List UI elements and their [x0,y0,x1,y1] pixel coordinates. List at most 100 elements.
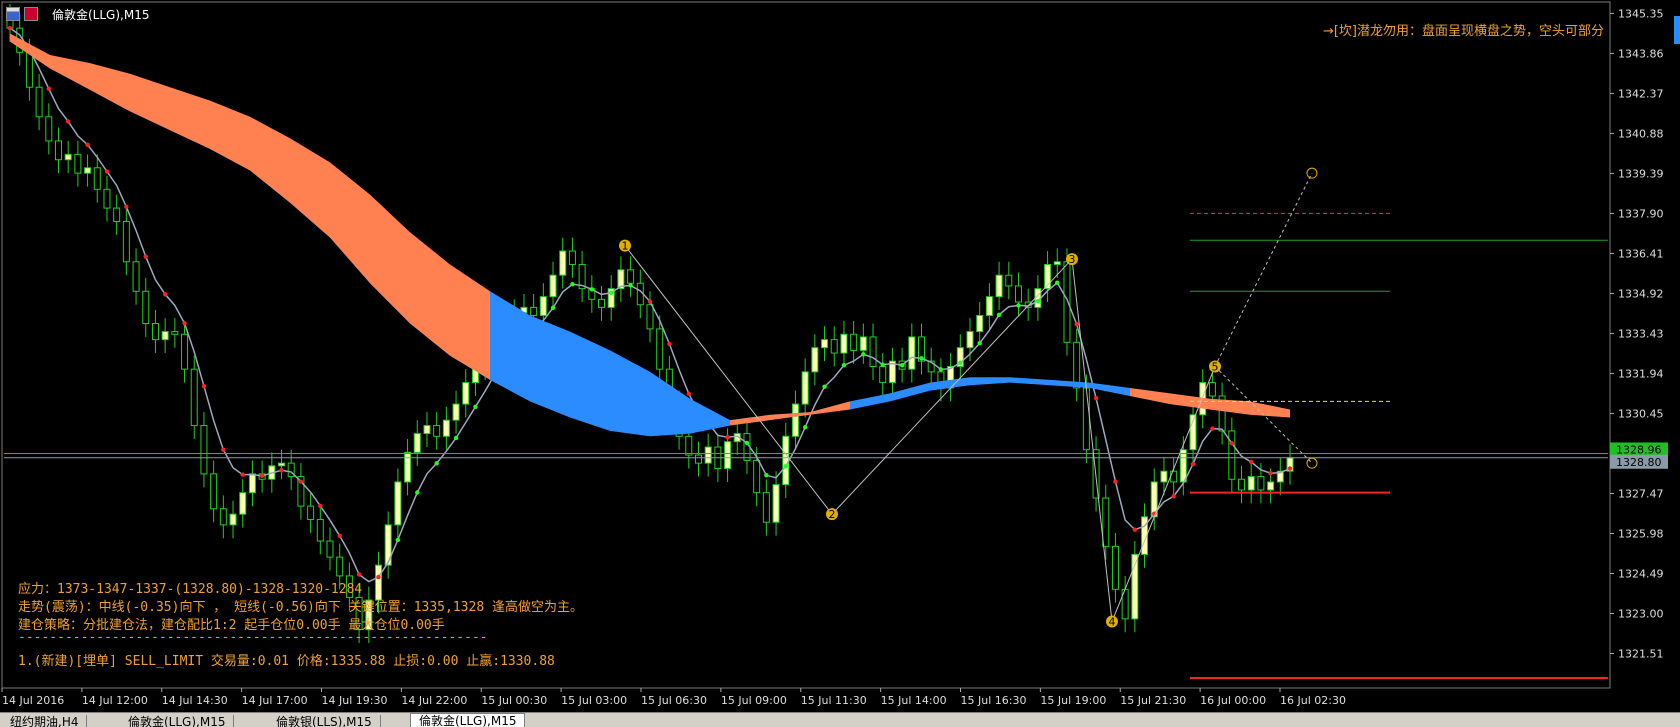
ma-dot [958,360,963,365]
ma-dot [1035,298,1041,304]
indicator-icon[interactable] [24,7,38,21]
tab-gold-m15-active[interactable]: 倫敦金(LLG),M15 [410,713,526,727]
tab-crude-oil-h4[interactable]: 纽约期油,H4 [2,715,88,727]
candle-body [374,564,382,601]
projection-line-up [1214,172,1313,367]
ribbon-segment [1130,387,1170,405]
ma-dot [783,463,788,469]
x-tick-label: 14 Jul 19:30 [322,694,388,707]
ma-dot [861,352,866,357]
ribbon-segment [370,194,410,324]
ma-dot [919,356,924,361]
ma-dot [1093,395,1099,401]
ma-dot [725,434,730,440]
tab-silver-m15[interactable]: 倫敦银(LLS),M15 [268,715,381,727]
ma-dot [124,204,129,210]
ma-dot [395,537,401,543]
candle-body [452,403,460,421]
info-line-trend: 走势(震荡)：中线(-0.35)向下 ， 短线(-0.56)向下 关键位置：13… [18,600,583,615]
ma-dot [822,384,827,389]
candle-body [821,339,829,349]
x-tick-label: 15 Jul 11:30 [801,694,867,707]
candle-body [995,274,1003,298]
chart-title-bar: 倫敦金(LLG),M15 [6,6,149,22]
candle-body [627,269,635,284]
candle-body [326,540,334,558]
x-tick-label: 15 Jul 19:00 [1040,694,1106,707]
chart-title: 倫敦金(LLG),M15 [52,7,150,22]
ma-dot [570,282,575,287]
candle-body [84,167,92,174]
ribbon-segment [970,377,1010,386]
candle-body [462,382,470,405]
candle-body [976,314,984,333]
ma-dot [1268,471,1273,476]
ribbon-segment [1090,382,1130,397]
ma-dot [337,533,342,539]
ma-dot [259,473,265,479]
x-tick-label: 15 Jul 00:30 [481,694,547,707]
ma-dot [376,574,381,580]
ma-dot [240,472,245,477]
candle-body [74,153,82,174]
candle-body [1005,274,1013,287]
candle-body [433,425,441,437]
candle-body [1247,476,1255,491]
candle-body [1160,470,1168,483]
candle-body [539,296,547,316]
candle-body [93,167,101,190]
y-tick-label: 1345.35 [1618,7,1664,20]
y-tick-label: 1333.43 [1618,327,1664,340]
ribbon-segment [1210,398,1250,415]
ma-dot [415,490,420,495]
ma-dot [744,440,750,446]
candle-body [859,336,867,351]
ma-dot [104,169,110,174]
candle-body [646,304,654,330]
candle-body [791,403,799,437]
zigzag-label: 5 [1212,360,1219,373]
candle-body [869,336,877,367]
tab-gold-m15[interactable]: 倫敦金(LLG),M15 [120,715,235,727]
ribbon-segment [170,87,210,149]
ma-dot [628,283,633,288]
ribbon-segment [610,350,650,437]
x-tick-label: 16 Jul 00:00 [1200,694,1266,707]
info-line-order: 1.(新建)[埋单] SELL_LIMIT 交易量:0.01 价格:1335.8… [18,654,555,669]
zigzag-label: 2 [829,508,836,521]
y-tick-label: 1325.98 [1618,527,1664,540]
ma-dot [221,447,226,452]
ma-dot [453,435,459,441]
chart-window-icon[interactable] [6,7,20,21]
ribbon-segment [1250,401,1290,418]
ribbon-segment [130,73,170,131]
candle-body [694,454,702,464]
candle-body [45,116,53,142]
price-label: 1328.96 [1616,443,1662,456]
candle-body [1073,341,1081,389]
ma-dot [143,254,148,259]
candle-body [985,296,993,316]
candle-body [1014,285,1022,303]
y-tick-label: 1321.51 [1618,648,1664,661]
ma-dot [356,572,362,577]
candle-body [840,333,848,354]
x-tick-label: 14 Jul 17:00 [242,694,308,707]
chart-tab-bar: 纽约期油,H4 倫敦金(LLG),M15 倫敦银(LLS),M15 倫敦金(LL… [0,712,1680,727]
x-tick-label: 15 Jul 14:00 [881,694,947,707]
ma-dot [85,142,90,148]
candle-body [704,446,712,464]
ma-dot [938,367,944,372]
ma-dot [1229,441,1235,446]
candle-body [1228,430,1236,480]
candle-body [598,298,606,308]
ma-dot [1287,466,1293,471]
ribbon-segment [290,138,330,238]
ma-dot [1074,321,1079,327]
candle-body [210,473,218,510]
candle-body [239,492,247,515]
candle-body [850,333,858,351]
candle-body [811,347,819,373]
candle-body [151,323,159,341]
zigzag-label: 3 [1069,253,1076,266]
